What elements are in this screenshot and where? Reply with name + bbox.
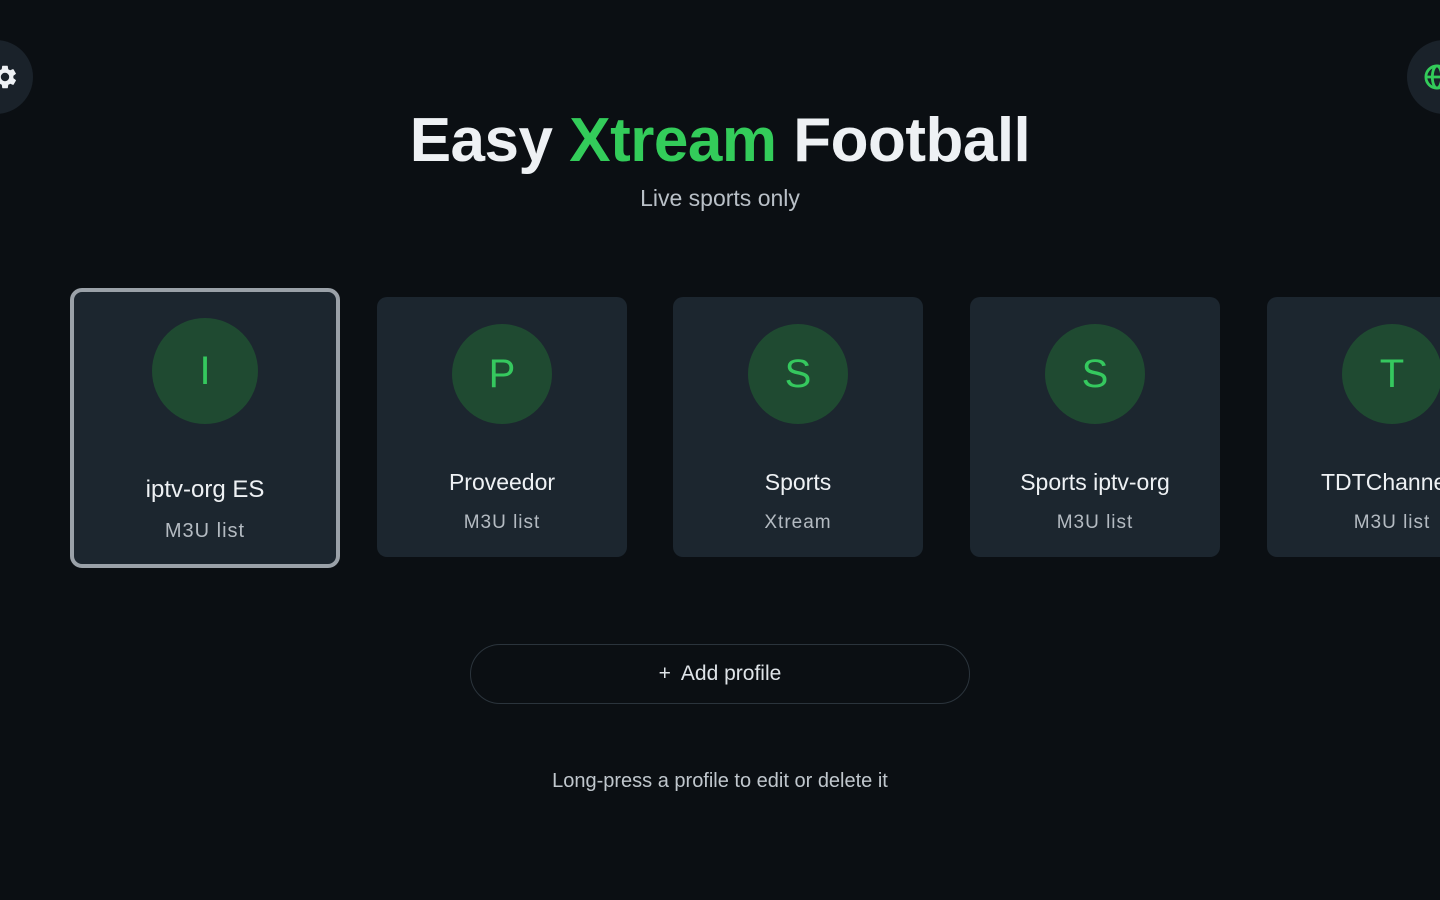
profile-name: Sports iptv-org <box>1020 469 1170 495</box>
hint-text: Long-press a profile to edit or delete i… <box>552 770 888 792</box>
profile-card-sports-iptv-org[interactable]: S Sports iptv-org M3U list <box>970 297 1220 557</box>
title-part-2: Football <box>793 106 1031 175</box>
language-button[interactable] <box>1407 40 1440 114</box>
plus-icon: + <box>658 662 671 685</box>
profile-selection-screen: Easy Xtream Football Live sports only I … <box>0 0 1440 900</box>
profile-avatar: P <box>452 324 552 424</box>
profile-avatar: S <box>1045 324 1145 424</box>
profile-type: M3U list <box>463 512 541 533</box>
profile-type: Xtream <box>764 512 832 533</box>
profile-type: M3U list <box>164 520 246 542</box>
profile-name: iptv-org ES <box>145 476 265 503</box>
profile-name: Sports <box>764 469 832 495</box>
add-profile-label: Add profile <box>680 662 782 685</box>
globe-icon <box>1424 64 1440 90</box>
profile-avatar: S <box>748 324 848 424</box>
profile-type: M3U list <box>1056 512 1134 533</box>
profile-name: Proveedor <box>448 469 556 495</box>
profile-card-tdtchannels[interactable]: T TDTChannels M3U list <box>1267 297 1440 557</box>
profile-card-sports[interactable]: S Sports Xtream <box>673 297 923 557</box>
gear-icon <box>0 65 16 89</box>
settings-button[interactable] <box>0 40 33 114</box>
app-subtitle: Live sports only <box>640 185 800 211</box>
profile-avatar: I <box>152 318 258 424</box>
profile-type: M3U list <box>1353 512 1431 533</box>
title-accent: Xtream <box>569 106 777 175</box>
profile-name: TDTChannels <box>1321 469 1440 495</box>
profile-card-proveedor[interactable]: P Proveedor M3U list <box>377 297 627 557</box>
profile-avatar: T <box>1342 324 1440 424</box>
profile-card-iptv-org-es[interactable]: I iptv-org ES M3U list <box>70 288 340 568</box>
app-title: Easy Xtream Football <box>0 106 1440 176</box>
title-part-1: Easy <box>409 106 553 175</box>
add-profile-button[interactable]: + Add profile <box>470 644 970 704</box>
